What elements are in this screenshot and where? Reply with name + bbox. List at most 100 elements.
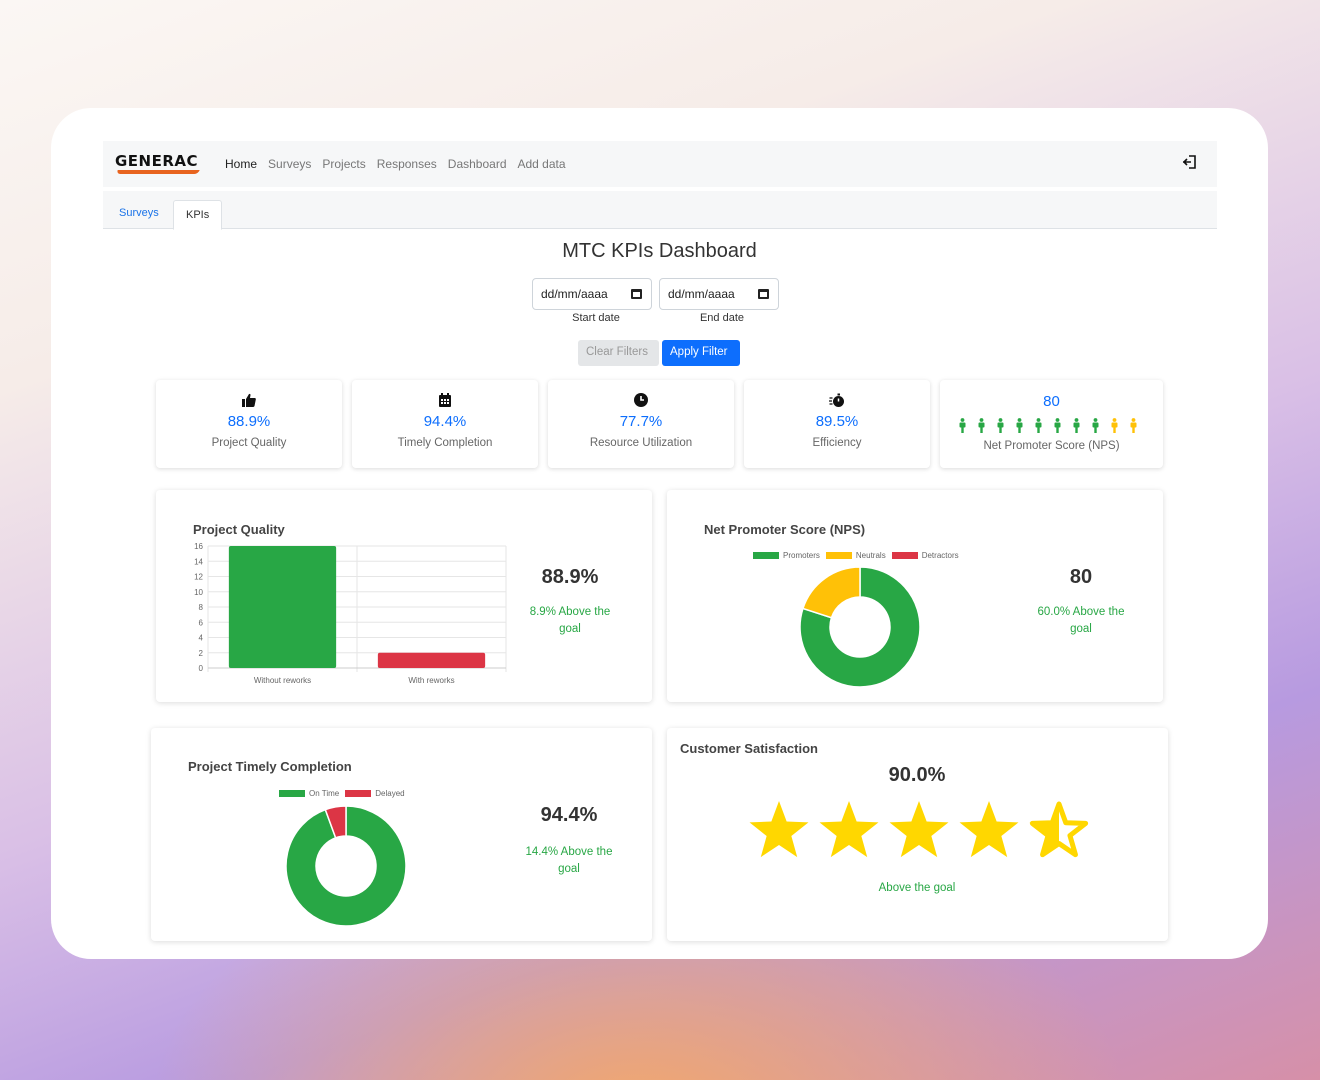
- card-title: Net Promoter Score (NPS): [704, 522, 866, 537]
- kpi-card-project-quality: 88.9% Project Quality: [156, 380, 342, 468]
- donut-slice[interactable]: [801, 566, 861, 619]
- person-icon: [1111, 418, 1118, 433]
- person-icon: [1016, 418, 1023, 433]
- y-tick-label: 10: [194, 588, 203, 597]
- kpi-value: 77.7%: [619, 413, 663, 430]
- y-tick-label: 2: [199, 649, 204, 658]
- kpi-card-resource-utilization: 77.7% Resource Utilization: [548, 380, 734, 468]
- brand-logo[interactable]: GENERAC: [115, 152, 203, 176]
- timely-completion-card: Project Timely Completion On Time Delaye…: [151, 728, 652, 941]
- calendar-icon[interactable]: [631, 289, 642, 299]
- x-tick-label: With reworks: [408, 676, 454, 685]
- kpi-card-efficiency: 89.5% Efficiency: [744, 380, 930, 468]
- legend-item-delayed: Delayed: [345, 789, 405, 798]
- nps-people-row: [958, 418, 1148, 434]
- nav-link-home[interactable]: Home: [225, 157, 257, 171]
- start-date-label: Start date: [572, 312, 620, 324]
- stopwatch-icon: [829, 393, 844, 407]
- y-tick-label: 8: [199, 603, 204, 612]
- person-icon: [1073, 418, 1080, 433]
- star-icon: [889, 801, 949, 858]
- card-title: Project Quality: [193, 522, 285, 537]
- y-tick-label: 14: [194, 557, 203, 566]
- app-window: GENERAC Home Surveys Projects Responses …: [51, 108, 1268, 959]
- legend-item-detractors: Detractors: [891, 551, 959, 560]
- project-quality-bar-chart: 0 2 4 6 8 10 12 14 16 Without reworks With reworks: [194, 542, 507, 685]
- brand-logo-swoosh: [116, 170, 200, 174]
- nav-link-projects[interactable]: Projects: [322, 157, 365, 171]
- kpi-label: Resource Utilization: [589, 437, 693, 449]
- person-icon: [1092, 418, 1099, 433]
- timely-goal-text: 14.4% Above the goal: [525, 846, 613, 875]
- y-tick-label: 4: [199, 634, 204, 643]
- kpi-value: 80: [1043, 393, 1060, 410]
- card-title: Project Timely Completion: [188, 759, 352, 774]
- legend-item-promoters: Promoters: [753, 551, 820, 560]
- quality-value: 88.9%: [541, 566, 599, 588]
- y-tick-label: 6: [199, 618, 204, 627]
- customer-satisfaction-card: Customer Satisfaction 90.0% Above the go…: [667, 728, 1168, 941]
- brand-logo-text: GENERAC: [115, 152, 199, 170]
- legend-swatch: [891, 552, 918, 560]
- tab-kpis[interactable]: KPIs: [173, 200, 223, 230]
- person-icon: [1054, 418, 1061, 433]
- person-icon: [959, 418, 966, 433]
- start-date-placeholder: dd/mm/aaaa: [541, 287, 608, 301]
- person-icon: [997, 418, 1004, 433]
- kpi-label: Timely Completion: [397, 437, 493, 449]
- nps-donut-chart: [799, 566, 921, 688]
- timely-donut-chart: [285, 805, 407, 927]
- navbar: GENERAC Home Surveys Projects Responses …: [103, 141, 1217, 187]
- start-date-input[interactable]: dd/mm/aaaa: [532, 278, 652, 310]
- nav-link-add-data[interactable]: Add data: [518, 157, 566, 171]
- y-tick-label: 0: [199, 664, 204, 673]
- timely-legend: On Time Delayed: [279, 789, 405, 798]
- satisfaction-value: 90.0%: [888, 764, 946, 786]
- timely-value: 94.4%: [540, 804, 598, 826]
- legend-swatch: [279, 790, 305, 798]
- legend-label: Promoters: [783, 551, 820, 560]
- person-icon: [1035, 418, 1042, 433]
- person-icon: [1130, 418, 1137, 433]
- nps-legend: Promoters Neutrals Detractors: [753, 551, 959, 560]
- logout-icon[interactable]: [1181, 153, 1199, 171]
- end-date-placeholder: dd/mm/aaaa: [668, 287, 735, 301]
- thumbs-up-icon: [242, 393, 256, 407]
- tabs-bar: Surveys KPIs: [103, 191, 1217, 230]
- star-rating: [749, 801, 1089, 858]
- nav-link-surveys[interactable]: Surveys: [268, 157, 311, 171]
- bar[interactable]: [228, 546, 337, 668]
- legend-label: Delayed: [375, 789, 405, 798]
- kpi-value: 94.4%: [423, 413, 467, 430]
- kpi-value: 88.9%: [227, 413, 271, 430]
- clear-filters-button[interactable]: Clear Filters: [578, 340, 659, 366]
- nps-card: Net Promoter Score (NPS) Promoters Neutr…: [667, 490, 1163, 702]
- calendar-icon[interactable]: [758, 289, 769, 299]
- y-tick-label: 16: [194, 542, 203, 551]
- x-tick-label: Without reworks: [254, 676, 311, 685]
- person-icon: [978, 418, 985, 433]
- tab-surveys[interactable]: Surveys: [109, 201, 169, 225]
- card-title: Customer Satisfaction: [680, 741, 818, 756]
- nps-value: 80: [1069, 566, 1093, 588]
- legend-label: On Time: [309, 789, 340, 798]
- end-date-input[interactable]: dd/mm/aaaa: [659, 278, 779, 310]
- nav-link-dashboard[interactable]: Dashboard: [448, 157, 507, 171]
- star-icon: [1029, 801, 1089, 858]
- quality-goal-text: 8.9% Above the goal: [529, 606, 611, 635]
- star-icon: [749, 801, 809, 858]
- kpi-label: Efficiency: [812, 437, 862, 449]
- nav-link-responses[interactable]: Responses: [377, 157, 437, 171]
- nav-links: Home Surveys Projects Responses Dashboar…: [225, 157, 566, 171]
- kpi-label: Net Promoter Score (NPS): [983, 440, 1120, 452]
- clock-icon: [634, 393, 648, 407]
- legend-label: Detractors: [921, 551, 959, 560]
- star-icon: [959, 801, 1019, 858]
- bar[interactable]: [377, 652, 486, 668]
- satisfaction-goal-text: Above the goal: [878, 882, 956, 894]
- kpi-value: 89.5%: [815, 413, 859, 430]
- apply-filter-button[interactable]: Apply Filter: [662, 340, 740, 366]
- star-icon: [819, 801, 879, 858]
- legend-item-on-time: On Time: [279, 789, 339, 798]
- end-date-label: End date: [699, 312, 745, 324]
